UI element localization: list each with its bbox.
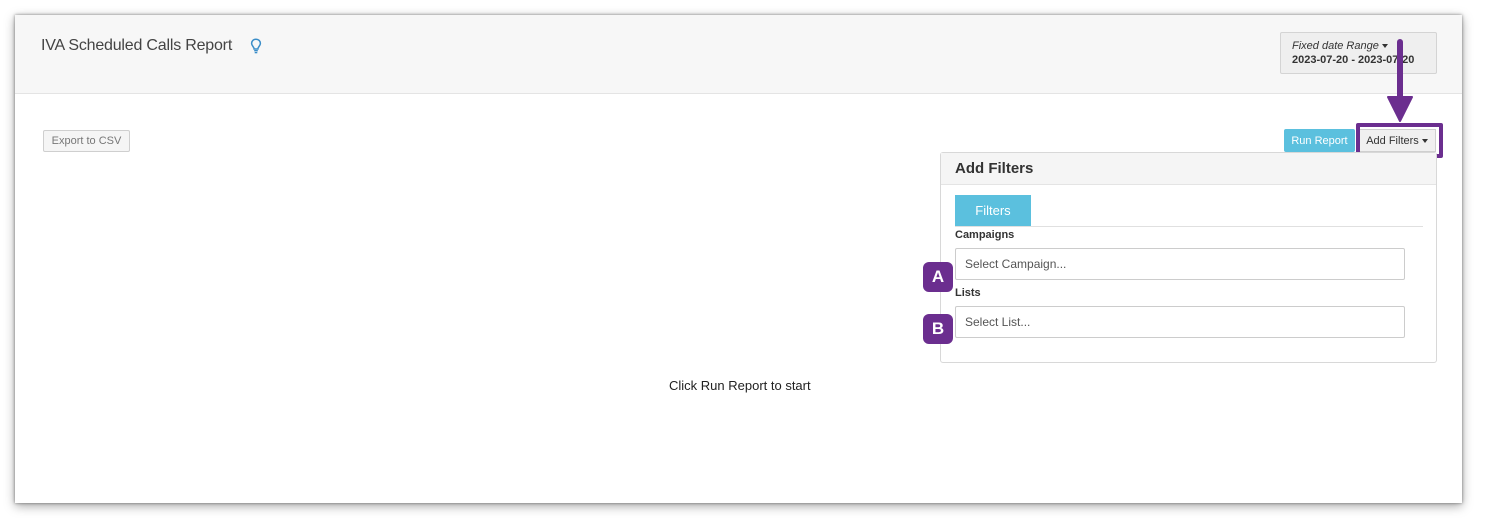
annotation-badge-b: B [923,314,953,344]
tab-divider [955,226,1423,227]
page-header: IVA Scheduled Calls Report Fixed date Ra… [15,15,1462,94]
list-select[interactable]: Select List... [955,306,1405,338]
date-range-label: Fixed date Range [1292,40,1379,52]
campaign-select[interactable]: Select Campaign... [955,248,1405,280]
panel-title: Add Filters [941,153,1436,185]
tab-filters[interactable]: Filters [955,195,1031,226]
report-window: IVA Scheduled Calls Report Fixed date Ra… [15,15,1462,503]
add-filters-panel: Add Filters Filters Campaigns Select Cam… [940,152,1437,363]
empty-state-message: Click Run Report to start [669,378,811,393]
campaigns-label: Campaigns [955,229,1015,241]
run-report-button[interactable]: Run Report [1284,129,1355,152]
lightbulb-icon[interactable] [250,38,262,54]
export-csv-button[interactable]: Export to CSV [43,130,130,152]
page-title: IVA Scheduled Calls Report [41,37,233,54]
lists-label: Lists [955,287,981,299]
annotation-badge-a: A [923,262,953,292]
annotation-arrow-icon [1387,39,1413,122]
